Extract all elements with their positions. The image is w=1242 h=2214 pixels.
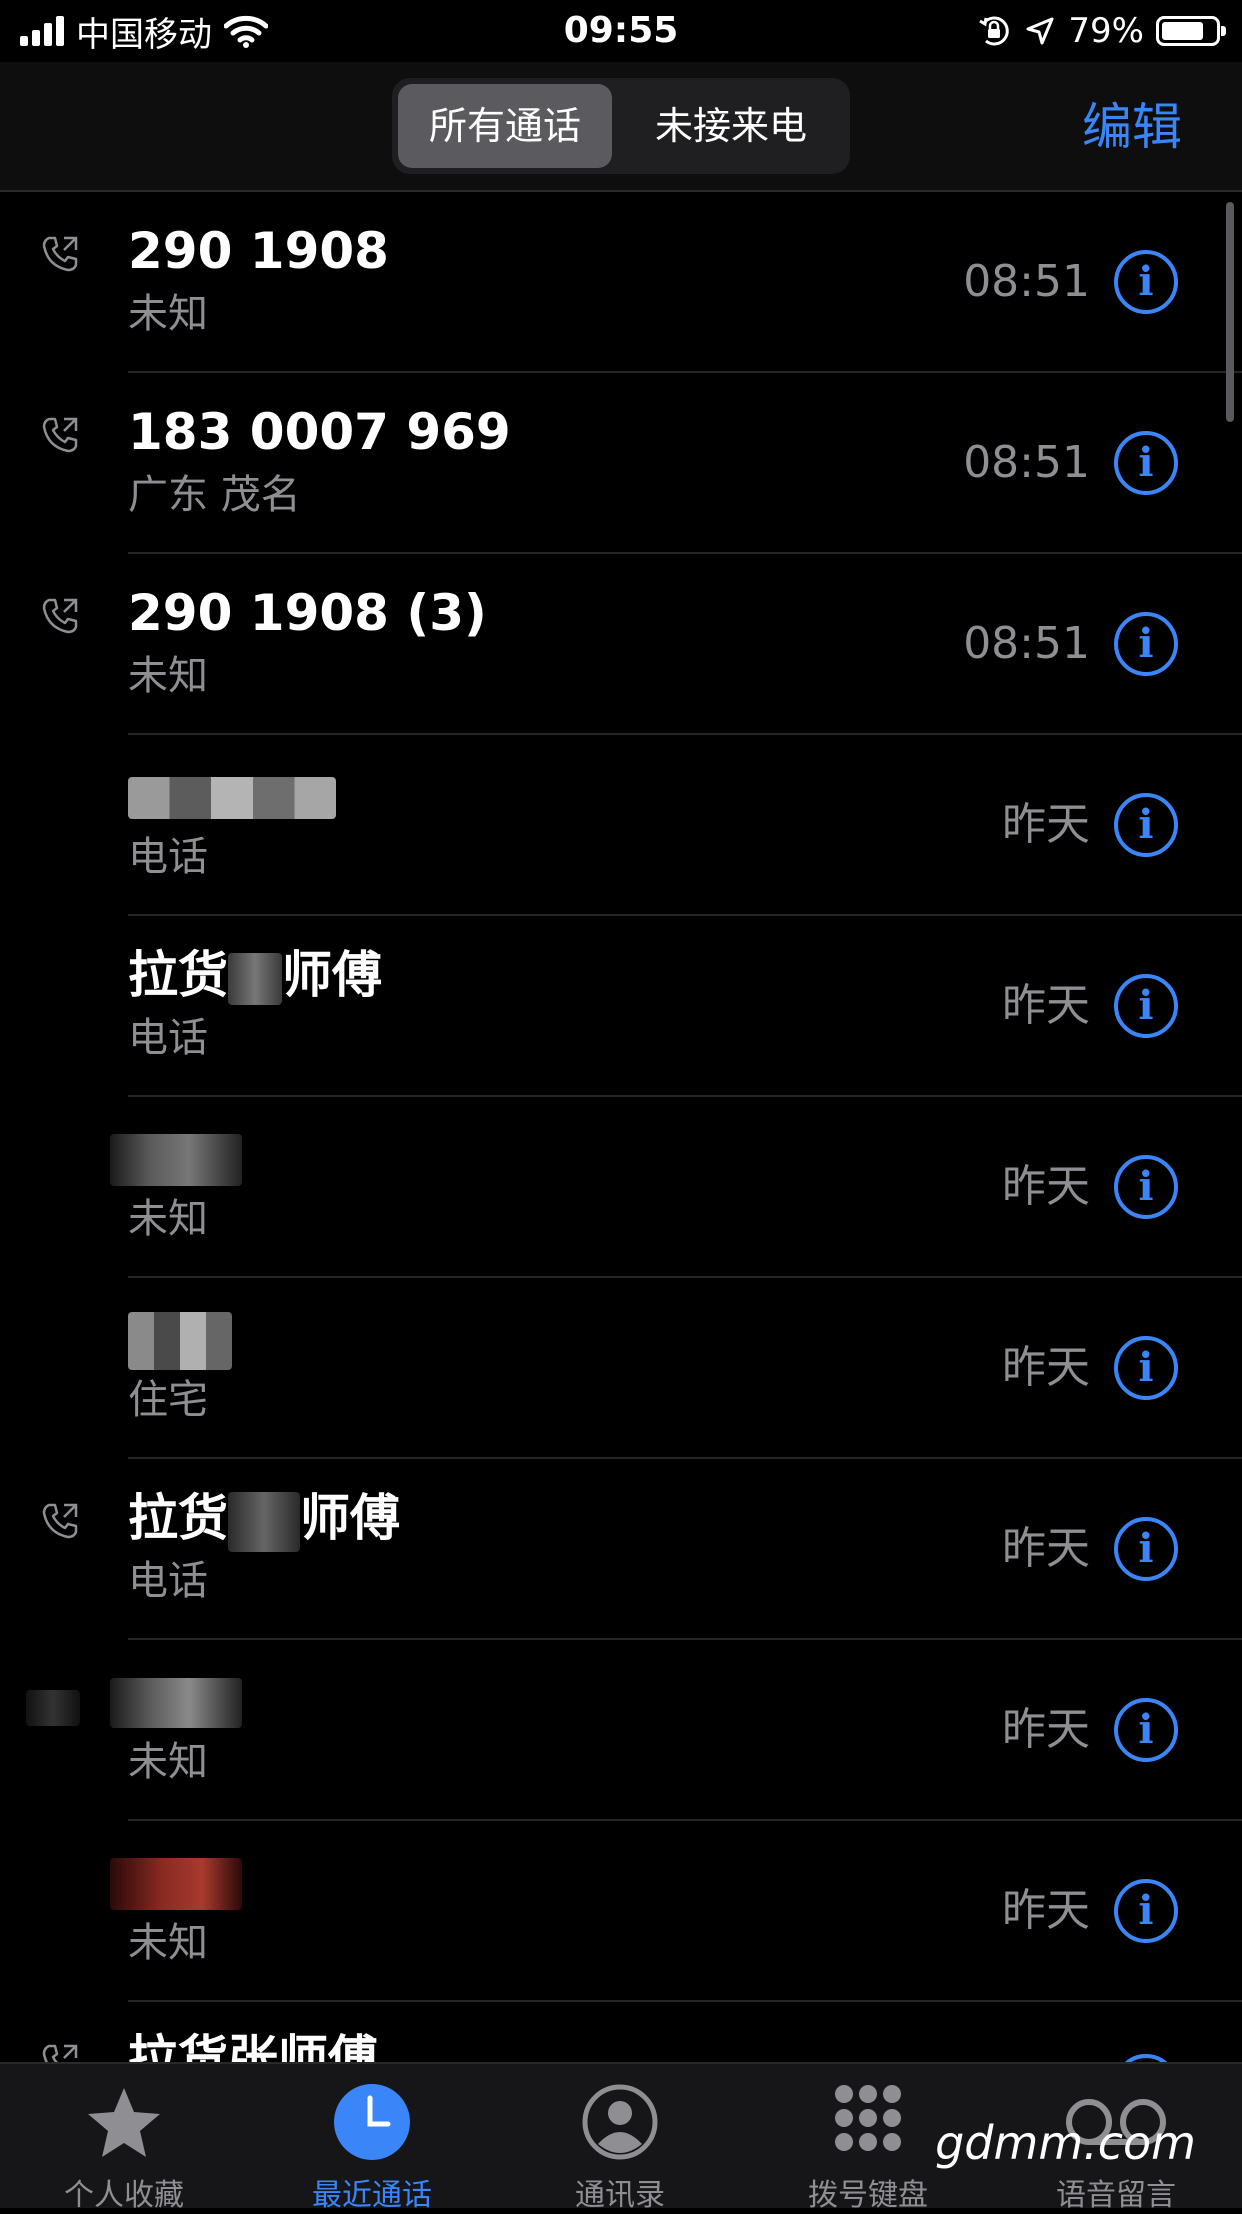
info-icon[interactable]: i	[1114, 612, 1178, 676]
edit-button[interactable]: 编辑	[1082, 92, 1182, 162]
redacted-block	[228, 1491, 300, 1552]
redacted-block	[26, 1690, 80, 1726]
caller-label: 电话	[128, 1558, 208, 1604]
call-row[interactable]: 拉货张师傅 i	[0, 2002, 1242, 2062]
tab-label: 拨号键盘	[808, 2178, 928, 2213]
caller-name: 290 1908	[128, 222, 389, 280]
recents-list[interactable]: 290 1908 未知 08:51 i 183 0007 969 广东 茂名 0…	[0, 192, 1242, 2062]
tab-label: 通讯录	[575, 2178, 665, 2213]
caller-label: 未知	[128, 291, 208, 337]
call-time: 昨天	[1002, 799, 1090, 850]
info-icon[interactable]: i	[1114, 1155, 1178, 1219]
call-row[interactable]: 183 0007 969 广东 茂名 08:51 i	[0, 373, 1242, 554]
tab-favorites[interactable]: 个人收藏	[0, 2064, 248, 2213]
tab-label: 语音留言	[1056, 2178, 1176, 2213]
orientation-lock-icon	[979, 16, 1010, 46]
info-icon[interactable]: i	[1114, 1698, 1178, 1762]
caller-name-redacted	[110, 1849, 242, 1911]
caller-label: 未知	[128, 1196, 208, 1242]
caller-name-redacted	[110, 1125, 242, 1187]
caller-name-prefix: 拉货	[128, 946, 228, 1004]
call-row[interactable]: 拉货 师傅 电话 昨天 i	[0, 916, 1242, 1097]
battery-icon	[1156, 16, 1226, 46]
caller-name-redacted	[128, 1306, 232, 1370]
call-time: 昨天	[1002, 1342, 1090, 1393]
tab-recents[interactable]: 最近通话	[248, 2064, 496, 2213]
call-time: 昨天	[1002, 1885, 1090, 1936]
info-icon[interactable]: i	[1114, 974, 1178, 1038]
info-icon[interactable]: i	[1114, 250, 1178, 314]
caller-label: 未知	[128, 1739, 208, 1785]
call-time: 昨天	[1002, 1704, 1090, 1755]
outgoing-call-icon	[42, 417, 78, 453]
calls-filter-segmented-control[interactable]: 所有通话 未接来电	[392, 78, 850, 174]
navigation-bar: 所有通话 未接来电 编辑	[0, 62, 1242, 192]
outgoing-call-icon	[42, 236, 78, 272]
caller-name: 183 0007 969	[128, 403, 511, 461]
info-icon[interactable]: i	[1114, 793, 1178, 857]
info-icon[interactable]: i	[1114, 431, 1178, 495]
scroll-indicator[interactable]	[1226, 202, 1234, 422]
caller-name-suffix: 师傅	[282, 946, 382, 1004]
segment-missed-calls[interactable]: 未接来电	[618, 84, 844, 168]
call-row[interactable]: 未知 昨天 i	[0, 1097, 1242, 1278]
info-icon[interactable]: i	[1114, 1517, 1178, 1581]
tab-label: 最近通话	[312, 2178, 432, 2213]
contact-icon	[582, 2084, 658, 2160]
call-time: 昨天	[1002, 980, 1090, 1031]
tab-label: 个人收藏	[64, 2178, 184, 2213]
caller-name: 290 1908 (3)	[128, 584, 487, 642]
info-icon[interactable]: i	[1114, 1879, 1178, 1943]
outgoing-call-icon	[42, 598, 78, 634]
call-row[interactable]: 拉货 师傅 电话 昨天 i	[0, 1459, 1242, 1640]
caller-label: 电话	[128, 834, 208, 880]
keypad-icon	[835, 2085, 901, 2151]
call-row[interactable]: 住宅 昨天 i	[0, 1278, 1242, 1459]
caller-name-redacted	[128, 763, 336, 825]
watermark-text: gdmm.com	[935, 2116, 1196, 2170]
tab-contacts[interactable]: 通讯录	[496, 2064, 744, 2213]
caller-label: 未知	[128, 653, 208, 699]
status-right: 79%	[976, 8, 1226, 54]
caller-location: 广东 茂名	[128, 472, 301, 518]
call-row[interactable]: 未知 昨天 i	[0, 1821, 1242, 2002]
call-time: 08:51	[963, 437, 1090, 488]
caller-label: 住宅	[128, 1377, 208, 1423]
caller-label: 电话	[128, 1015, 208, 1061]
call-row[interactable]: 未知 昨天 i	[0, 1640, 1242, 1821]
caller-name: 拉货张师傅	[128, 2030, 378, 2062]
call-time: 昨天	[1002, 1523, 1090, 1574]
status-bar: 中国移动 09:55 79%	[0, 0, 1242, 62]
info-icon[interactable]: i	[1114, 2054, 1178, 2062]
caller-name-prefix: 拉货	[128, 1489, 228, 1547]
caller-name: 拉货 师傅	[128, 1487, 400, 1552]
caller-name-suffix: 师傅	[300, 1489, 400, 1547]
battery-percent: 79%	[1068, 11, 1144, 51]
clock-icon	[334, 2084, 410, 2160]
call-time: 08:51	[963, 618, 1090, 669]
caller-label: 未知	[128, 1920, 208, 1966]
location-arrow-icon	[1026, 17, 1054, 45]
caller-name-redacted	[110, 1668, 242, 1730]
call-time: 08:51	[963, 256, 1090, 307]
redacted-block	[228, 952, 282, 1005]
outgoing-call-icon	[42, 1503, 78, 1539]
call-row[interactable]: 290 1908 未知 08:51 i	[0, 192, 1242, 373]
star-icon	[88, 2088, 160, 2157]
caller-name: 拉货 师傅	[128, 944, 382, 1006]
info-icon[interactable]: i	[1114, 1336, 1178, 1400]
call-row[interactable]: 290 1908 (3) 未知 08:51 i	[0, 554, 1242, 735]
call-row[interactable]: 电话 昨天 i	[0, 735, 1242, 916]
segment-all-calls[interactable]: 所有通话	[398, 84, 612, 168]
call-time: 昨天	[1002, 1161, 1090, 1212]
outgoing-call-icon	[42, 2044, 78, 2062]
